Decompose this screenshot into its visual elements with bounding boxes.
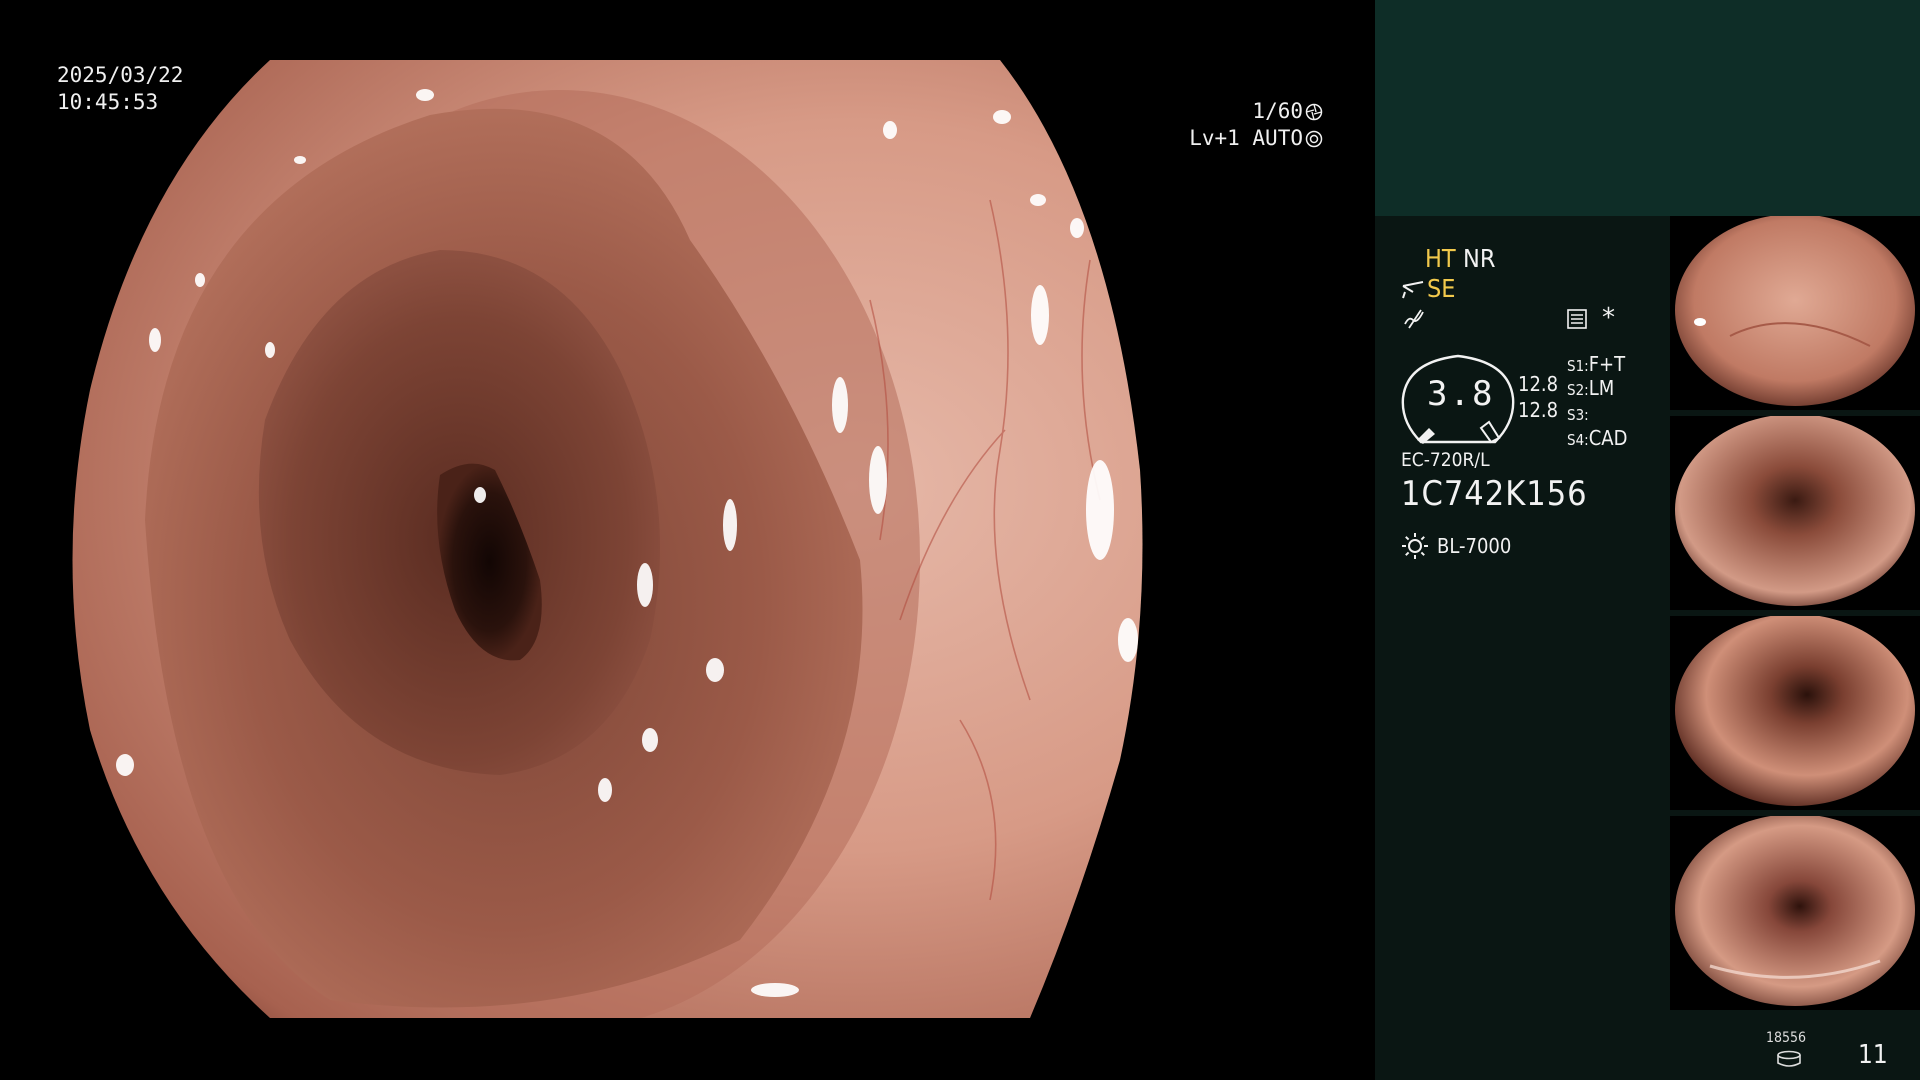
switch-value: F+T — [1588, 352, 1626, 376]
light-source: BL-7000 — [1437, 534, 1512, 558]
thumbnail-2[interactable] — [1670, 416, 1920, 610]
switch-key: S1: — [1567, 357, 1589, 375]
switch-s4: S4:CAD — [1567, 426, 1627, 450]
scope-model: EC-720R/L — [1401, 449, 1490, 471]
thumbnail-image — [1675, 816, 1915, 1006]
storage-icon — [1777, 1050, 1801, 1067]
nr-indicator: NR — [1463, 244, 1496, 273]
se-indicator: SE — [1427, 274, 1456, 303]
asterisk-indicator: * — [1602, 303, 1615, 333]
date: 2025/03/22 — [57, 63, 184, 87]
scissors-icon — [1402, 281, 1424, 299]
wave-icon — [1404, 309, 1424, 329]
gauge-value: 3.8 — [1427, 374, 1495, 414]
exposure-display: 1/60 Lv+1 AUTO — [1189, 98, 1323, 152]
iris-row: Lv+1 AUTO — [1189, 125, 1323, 152]
storage-count: 18556 — [1766, 1030, 1807, 1046]
endoscope-live-view: 2025/03/22 10:45:53 1/60 Lv+1 AUTO — [0, 0, 1375, 1080]
switch-key: S3: — [1567, 406, 1589, 424]
switch-value: LM — [1588, 376, 1615, 400]
switch-value: CAD — [1588, 426, 1628, 450]
captured-thumbnails — [1670, 216, 1920, 1016]
switch-s3: S3: — [1567, 401, 1589, 425]
panel-header-area — [1375, 0, 1920, 216]
date-time-display: 2025/03/22 10:45:53 — [57, 62, 183, 116]
shutter-icon — [1305, 103, 1323, 120]
image-count: 11 — [1858, 1040, 1888, 1070]
iris-icon — [1305, 130, 1323, 147]
ht-indicator: HT — [1425, 244, 1456, 273]
shutter-speed: 1/60 — [1252, 99, 1303, 123]
thumbnail-image — [1675, 616, 1915, 806]
thumbnail-4[interactable] — [1670, 816, 1920, 1010]
thumbnail-1[interactable] — [1670, 216, 1920, 410]
time: 10:45:53 — [57, 90, 159, 114]
switch-key: S4: — [1567, 431, 1589, 449]
setting-value-2: 12.8 — [1518, 398, 1559, 422]
endoscope-image — [72, 60, 1143, 1018]
setting-value-1: 12.8 — [1518, 372, 1559, 396]
menu-icon — [1567, 309, 1587, 329]
thumbnail-image — [1675, 416, 1915, 606]
switch-s2: S2:LM — [1567, 376, 1614, 400]
switch-s1: S1:F+T — [1567, 352, 1625, 376]
thumbnail-image — [1675, 216, 1915, 406]
shutter-row: 1/60 — [1189, 98, 1323, 125]
status-area: HT NR SE * 3.8 12.8 12.8 S1:F+T S2:LM S3… — [1375, 216, 1675, 1080]
sun-icon — [1402, 533, 1428, 559]
scope-serial: 1C742K156 — [1401, 474, 1588, 514]
thumbnail-3[interactable] — [1670, 616, 1920, 810]
iris-mode: Lv+1 AUTO — [1189, 126, 1303, 150]
switch-key: S2: — [1567, 381, 1589, 399]
